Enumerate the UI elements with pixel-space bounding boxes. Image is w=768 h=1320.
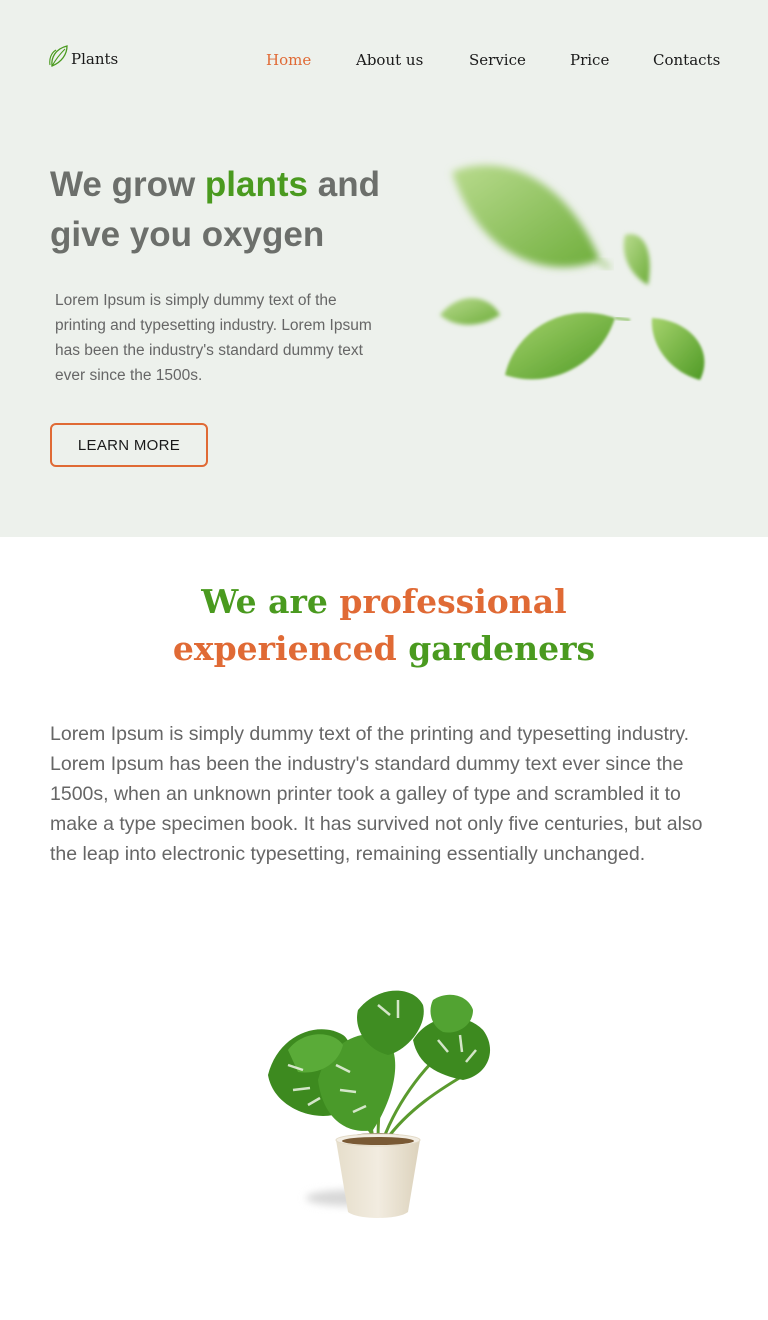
section-title: We are professional experienced gardeners xyxy=(0,578,768,672)
nav-link-price[interactable]: Price xyxy=(570,50,609,70)
potted-monstera-image xyxy=(268,990,491,1218)
falling-leaves-image xyxy=(440,165,705,380)
section-title-part-2: professional xyxy=(339,582,567,621)
section-title-part-3: experienced xyxy=(172,629,397,668)
section-description: Lorem Ipsum is simply dummy text of the … xyxy=(50,723,703,865)
hero-description: Lorem Ipsum is simply dummy text of the … xyxy=(55,292,372,384)
hero-title: We grow plants and give you oxygen xyxy=(50,160,430,260)
hero-section: Plants Home About us Service Price Conta… xyxy=(0,0,768,537)
main-nav: Home About us Service Price Contacts xyxy=(0,50,768,72)
nav-link-contacts[interactable]: Contacts xyxy=(653,50,720,70)
nav-link-service[interactable]: Service xyxy=(469,50,526,70)
nav-link-home[interactable]: Home xyxy=(266,50,311,70)
learn-more-button[interactable]: LEARN MORE xyxy=(50,423,208,467)
section-title-part-1: We are xyxy=(201,582,340,621)
hero-title-accent: plants xyxy=(204,165,308,204)
nav-link-about-us[interactable]: About us xyxy=(356,50,423,70)
hero-title-start: We grow xyxy=(50,165,205,204)
section-title-part-4: gardeners xyxy=(396,629,596,668)
